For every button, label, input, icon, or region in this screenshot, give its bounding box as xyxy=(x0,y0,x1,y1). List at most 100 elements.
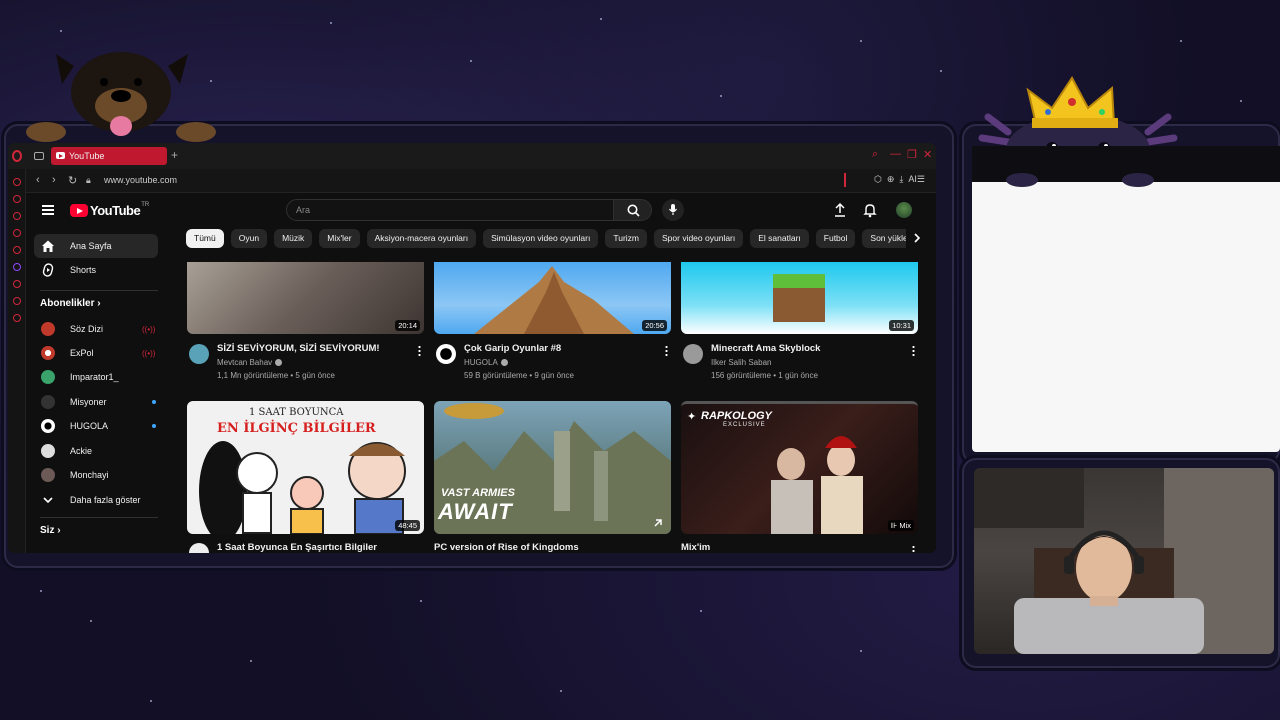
chip-mixes[interactable]: Mix'ler xyxy=(319,229,360,248)
new-content-dot xyxy=(152,424,156,428)
sidebar-music-icon[interactable] xyxy=(12,280,21,288)
sidebar-item-show-more[interactable]: Daha fazla göster xyxy=(34,488,158,512)
video-thumbnail[interactable]: 20:56 xyxy=(434,262,671,334)
channel-avatar[interactable] xyxy=(189,344,209,364)
opera-logo-icon[interactable] xyxy=(12,150,22,162)
chip-all[interactable]: Tümü xyxy=(186,229,224,248)
account-avatar[interactable] xyxy=(896,202,912,218)
channel-avatar xyxy=(41,395,55,409)
search-input[interactable]: Ara xyxy=(286,199,614,221)
new-tab-button[interactable]: + xyxy=(171,148,178,162)
microphone-icon xyxy=(669,204,677,215)
sidebar-item-channel[interactable]: ExPol ((•)) xyxy=(34,341,158,365)
sidebar-item-channel[interactable]: Ackie xyxy=(34,439,158,463)
reload-button[interactable]: ↻ xyxy=(68,174,77,187)
sidebar-item-channel[interactable]: HUGOLA xyxy=(34,414,158,438)
url-field[interactable]: www.youtube.com xyxy=(104,175,177,185)
home-icon xyxy=(42,240,54,252)
search-button[interactable] xyxy=(614,199,652,221)
shorts-icon xyxy=(42,263,54,277)
sidebar-item-channel[interactable]: Söz Dizi ((•)) xyxy=(34,317,158,341)
mix-badge-label: Mix xyxy=(899,521,911,530)
video-menu-icon[interactable] xyxy=(912,545,915,553)
sidebar-settings-icon[interactable] xyxy=(12,314,21,322)
logo-region: TR xyxy=(141,201,150,208)
close-window-button[interactable]: ✕ xyxy=(923,148,932,161)
subscriptions-header[interactable]: Abonelikler › xyxy=(40,298,101,309)
sidebar-instagram-icon[interactable] xyxy=(12,246,21,254)
ai-button[interactable]: AI xyxy=(908,174,917,184)
voice-search-button[interactable] xyxy=(662,199,684,221)
live-indicator-icon: ((•)) xyxy=(142,325,156,334)
chip-action-adventure[interactable]: Aksiyon-macera oyunları xyxy=(366,229,477,248)
chip-next-button[interactable] xyxy=(906,228,928,248)
channel-avatar xyxy=(41,419,55,433)
sidebar-item-label: ExPol xyxy=(70,348,94,358)
video-menu-icon[interactable] xyxy=(418,345,421,356)
back-button[interactable]: ‹ xyxy=(36,174,40,186)
sidebar-item-channel[interactable]: Imparator1_ xyxy=(34,365,158,389)
upload-age: 1 gün önce xyxy=(778,371,818,380)
youtube-logo[interactable]: YouTube TR xyxy=(70,201,150,218)
chip-gaming[interactable]: Oyun xyxy=(230,229,268,248)
notifications-bell-icon[interactable] xyxy=(862,202,878,218)
sidebar-item-channel[interactable]: Monchayi xyxy=(34,463,158,487)
sidebar-aria-icon[interactable] xyxy=(12,195,21,203)
guide-menu-icon[interactable] xyxy=(42,205,54,215)
address-divider xyxy=(844,173,846,187)
video-thumbnail[interactable]: 1 SAAT BOYUNCA EN İLGİNÇ BİLGİLER 48:45 xyxy=(187,401,424,534)
channel-name: Mevtcan Bahav xyxy=(217,358,273,367)
maximize-button[interactable]: ❐ xyxy=(907,148,917,161)
tab-island-icon[interactable] xyxy=(34,152,44,160)
video-thumbnail[interactable]: VAST ARMIES AWAIT xyxy=(434,401,671,534)
chip-music[interactable]: Müzik xyxy=(274,229,313,248)
video-channel[interactable]: HUGOLA xyxy=(464,358,508,367)
chip-crafts[interactable]: El sanatları xyxy=(750,229,809,248)
video-title[interactable]: Çok Garip Oyunlar #8 xyxy=(464,343,561,354)
video-thumbnail[interactable]: ✦ RAPKOLOGY EXCLUSIVE ⊪ Mix xyxy=(681,401,918,534)
channel-avatar[interactable] xyxy=(436,344,456,364)
sidebar-twitch-icon[interactable] xyxy=(12,263,21,271)
toolbar-right-icons[interactable]: ⬡⊕⤓AI☰ xyxy=(874,174,930,185)
sidebar-whatsapp-icon[interactable] xyxy=(12,229,21,237)
sidebar-item-home[interactable]: Ana Sayfa xyxy=(34,234,158,258)
chevron-right-icon xyxy=(914,233,921,243)
video-menu-icon[interactable] xyxy=(912,345,915,356)
forward-button[interactable]: › xyxy=(52,174,56,186)
sidebar-opera-icon[interactable] xyxy=(12,178,21,186)
you-header[interactable]: Siz › xyxy=(40,525,61,536)
video-thumbnail[interactable]: 10:31 xyxy=(681,262,918,334)
channel-avatar[interactable] xyxy=(189,543,209,553)
view-count: 59 B görüntüleme xyxy=(464,371,528,380)
video-title[interactable]: Minecraft Ama Skyblock xyxy=(711,343,820,354)
sidebar-item-shorts[interactable]: Shorts xyxy=(34,258,158,282)
chip-simulation[interactable]: Simülasyon video oyunları xyxy=(483,229,599,248)
video-channel[interactable]: Ilker Salih Saban xyxy=(711,358,771,367)
channel-avatar xyxy=(41,444,55,458)
channel-avatar[interactable] xyxy=(683,344,703,364)
tab-youtube[interactable]: YouTube xyxy=(51,147,167,165)
chevron-right-icon: › xyxy=(97,298,101,309)
video-title[interactable]: Mix'im xyxy=(681,542,710,553)
logo-wordmark: YouTube xyxy=(90,203,141,218)
sidebar-item-channel[interactable]: Misyoner xyxy=(34,390,158,414)
thumbnail-art xyxy=(773,274,825,322)
video-menu-icon[interactable] xyxy=(665,345,668,356)
sidebar-messenger-icon[interactable] xyxy=(12,212,21,220)
upload-icon[interactable] xyxy=(832,202,848,218)
video-stats: 1,1 Mn görüntüleme • 5 gün önce xyxy=(217,371,335,380)
subscriptions-header-label: Abonelikler xyxy=(40,298,95,309)
sidebar-history-icon[interactable] xyxy=(12,297,21,305)
chip-sports-games[interactable]: Spor video oyunları xyxy=(654,229,744,248)
minimize-button[interactable]: — xyxy=(890,148,901,160)
sidebar-item-label: Imparator1_ xyxy=(70,372,119,382)
video-title[interactable]: 1 Saat Boyunca En Şaşırtıcı Bilgiler xyxy=(217,542,377,553)
video-channel[interactable]: Mevtcan Bahav xyxy=(217,358,283,367)
chip-football[interactable]: Futbol xyxy=(815,229,856,248)
chip-tourism[interactable]: Turizm xyxy=(605,229,647,248)
video-thumbnail[interactable]: 20:14 xyxy=(187,262,424,334)
browser-window: YouTube + ⌕ — ❐ ✕ ‹ › ↻ 🔒︎ www.youtube.c… xyxy=(8,143,936,553)
video-title[interactable]: SİZİ SEVİYORUM, SİZİ SEVİYORUM! xyxy=(217,343,380,354)
video-title[interactable]: PC version of Rise of Kingdoms xyxy=(434,542,579,553)
search-tabs-icon[interactable]: ⌕ xyxy=(872,148,878,161)
